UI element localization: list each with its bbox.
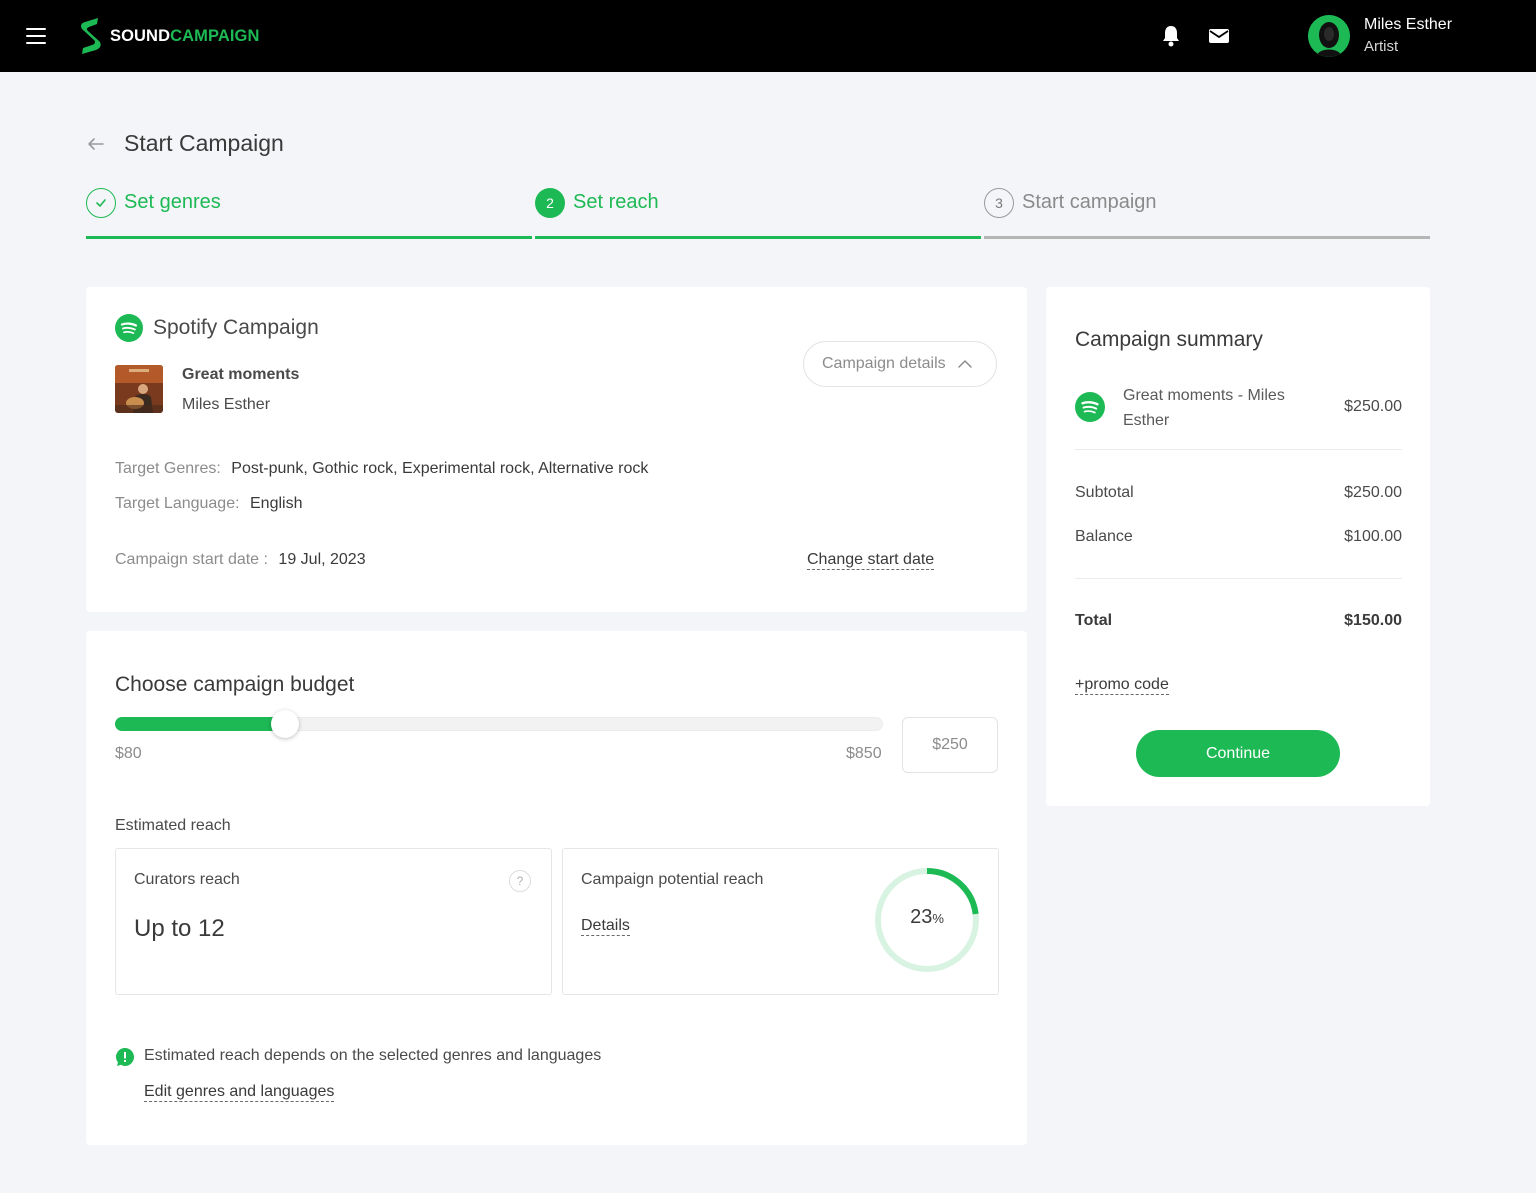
target-language-value: English <box>250 495 303 512</box>
step-number: 2 <box>535 188 565 218</box>
slider-min-label: $80 <box>115 745 142 762</box>
subtotal-label: Subtotal <box>1075 484 1134 501</box>
balance-label: Balance <box>1075 528 1133 545</box>
potential-reach-percent: 23% <box>873 906 981 929</box>
potential-reach-box: Campaign potential reach Details 23% <box>562 848 999 995</box>
percent-sign: % <box>932 911 944 926</box>
divider <box>1075 578 1402 579</box>
total-label: Total <box>1075 612 1113 629</box>
step-label: Set genres <box>124 191 221 213</box>
bell-icon[interactable] <box>1160 24 1182 48</box>
avatar[interactable] <box>1308 15 1350 57</box>
campaign-title: Spotify Campaign <box>153 316 319 339</box>
budget-slider-fill <box>115 717 285 731</box>
budget-card: Choose campaign budget $80 $850 Estimate… <box>86 631 1027 1145</box>
summary-item-price: $250.00 <box>1344 398 1402 415</box>
continue-button[interactable]: Continue <box>1136 730 1340 777</box>
step-progress-line <box>86 236 532 239</box>
balance-value: $100.00 <box>1344 528 1402 545</box>
campaign-details-button[interactable]: Campaign details <box>803 341 997 387</box>
user-name[interactable]: Miles Esther <box>1364 16 1452 34</box>
curators-reach-box: Curators reach ? Up to 12 <box>115 848 552 995</box>
percent-value: 23 <box>910 906 933 928</box>
spotify-campaign-card: Spotify Campaign Great moments Miles Est… <box>86 287 1027 612</box>
change-start-date-link[interactable]: Change start date <box>807 551 935 570</box>
budget-slider-thumb[interactable] <box>270 710 299 738</box>
budget-amount-input[interactable] <box>902 717 998 773</box>
edit-genres-languages-link[interactable]: Edit genres and languages <box>144 1083 335 1102</box>
logo-s-icon <box>81 18 101 54</box>
page-title: Start Campaign <box>124 130 284 156</box>
potential-reach-details-link[interactable]: Details <box>581 917 630 936</box>
help-icon[interactable]: ? <box>509 870 531 892</box>
track-name: Great moments <box>182 366 300 383</box>
step-number: 3 <box>984 188 1014 218</box>
start-date-value: 19 Jul, 2023 <box>278 551 366 568</box>
check-icon <box>86 188 116 218</box>
chevron-up-icon <box>957 360 972 368</box>
album-cover <box>115 365 163 413</box>
logo-text-sound: SOUND <box>110 26 171 45</box>
campaign-summary-card: Campaign summary Great moments - Miles E… <box>1046 287 1430 806</box>
slider-max-label: $850 <box>846 745 882 762</box>
logo-text-campaign: CAMPAIGN <box>170 26 260 45</box>
mail-icon[interactable] <box>1208 26 1230 46</box>
budget-title: Choose campaign budget <box>115 673 355 696</box>
avatar-image <box>1308 15 1350 57</box>
campaign-details-label: Campaign details <box>822 355 946 372</box>
arrow-left-icon[interactable] <box>86 134 106 154</box>
user-role: Artist <box>1364 38 1399 55</box>
curators-reach-label: Curators reach <box>134 871 240 888</box>
info-icon <box>116 1048 134 1066</box>
logo[interactable]: SOUNDCAMPAIGN <box>78 16 260 56</box>
step-set-genres[interactable]: Set genres <box>86 186 532 242</box>
step-start-campaign[interactable]: 3 Start campaign <box>984 186 1430 242</box>
target-language-label: Target Language: <box>115 495 240 512</box>
summary-title: Campaign summary <box>1075 328 1263 351</box>
total-value: $150.00 <box>1344 612 1402 629</box>
estimated-reach-label: Estimated reach <box>115 817 231 834</box>
curators-reach-value: Up to 12 <box>134 915 225 942</box>
track-artist: Miles Esther <box>182 396 271 413</box>
target-genres-value: Post-punk, Gothic rock, Experimental roc… <box>231 460 649 477</box>
target-genres-label: Target Genres: <box>115 460 221 477</box>
divider <box>1075 449 1402 450</box>
potential-reach-label: Campaign potential reach <box>581 871 764 888</box>
top-navbar: SOUNDCAMPAIGN Miles Esther Artist <box>0 0 1536 72</box>
promo-code-link[interactable]: +promo code <box>1075 676 1169 695</box>
step-label: Start campaign <box>1022 191 1157 213</box>
summary-item-name: Great moments - Miles Esther <box>1123 387 1285 429</box>
step-set-reach[interactable]: 2 Set reach <box>535 186 981 242</box>
info-text: Estimated reach depends on the selected … <box>144 1047 602 1064</box>
hamburger-menu-icon[interactable] <box>26 27 46 45</box>
step-progress-line <box>535 236 981 239</box>
spotify-icon <box>115 314 143 342</box>
subtotal-value: $250.00 <box>1344 484 1402 501</box>
start-date-label: Campaign start date : <box>115 551 268 568</box>
step-progress-line <box>984 236 1430 239</box>
step-label: Set reach <box>573 191 659 213</box>
spotify-icon <box>1075 392 1105 422</box>
